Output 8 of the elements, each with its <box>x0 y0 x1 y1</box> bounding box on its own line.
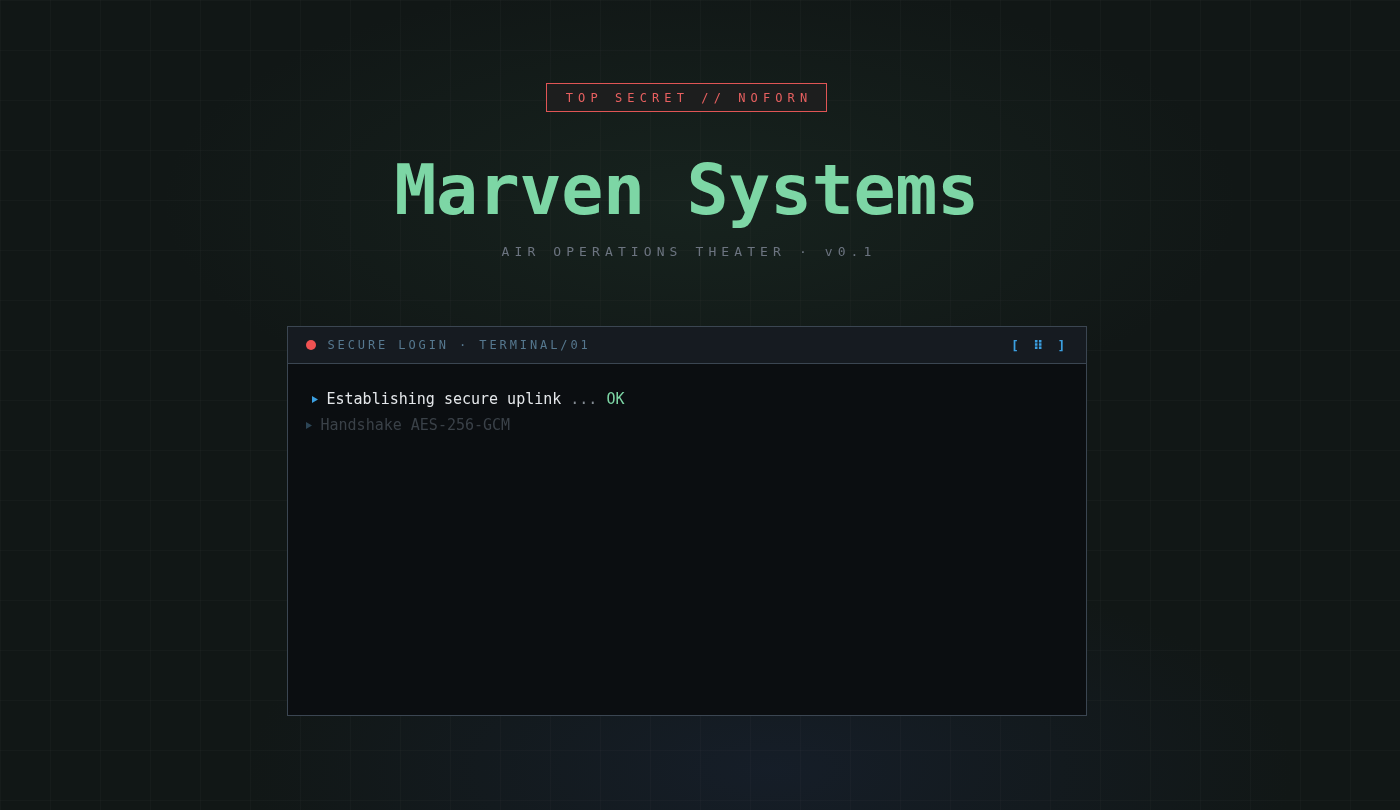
log-text: Establishing secure uplink <box>326 390 562 408</box>
app-subtitle: AIR OPERATIONS THEATER · v0.1 <box>500 244 877 260</box>
log-status: OK <box>606 390 625 408</box>
classification-banner: TOP SECRET // NOFORN <box>545 83 828 112</box>
terminal-title: SECURE LOGIN · TERMINAL/01 <box>327 338 591 352</box>
status-dot-icon <box>305 340 316 350</box>
grip-indicator: [ ⠿ ] <box>1011 337 1069 353</box>
log-ellipsis: ... <box>570 390 598 408</box>
